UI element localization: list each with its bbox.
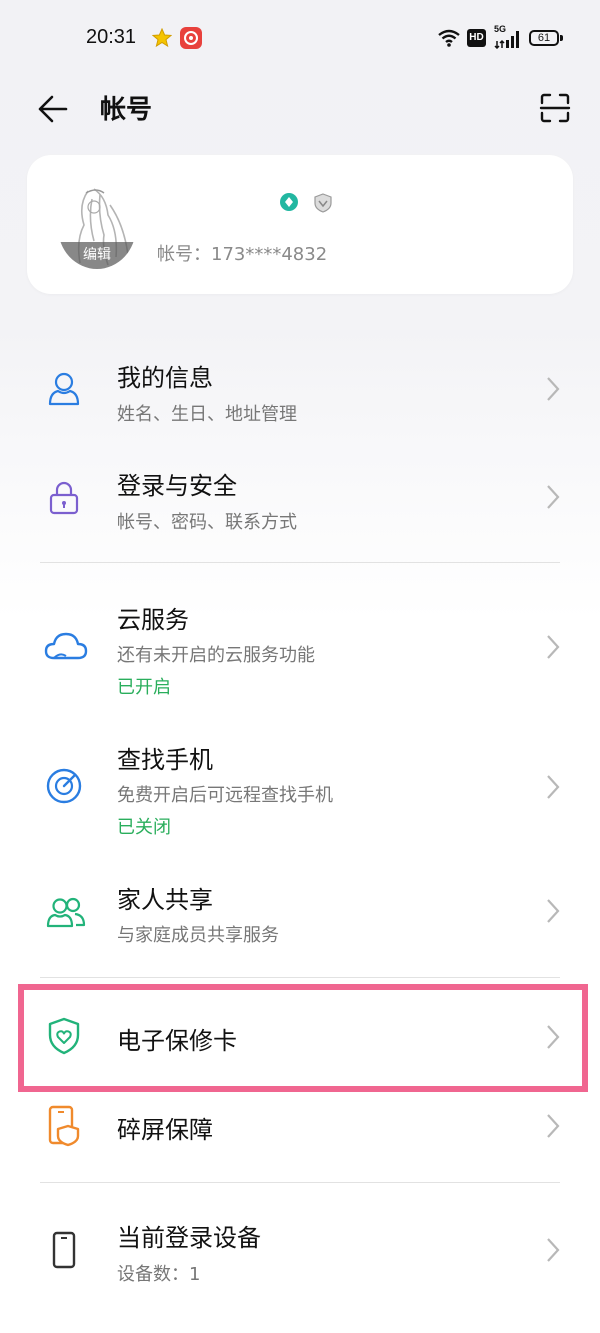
chevron-right-icon: [547, 1025, 560, 1049]
menu-item-e-warranty-card[interactable]: 电子保修卡: [0, 990, 600, 1086]
battery-tip: [560, 35, 563, 41]
page-title: 帐号: [100, 95, 153, 125]
menu-item-subtitle: 与家庭成员共享服务: [117, 925, 279, 946]
scan-icon[interactable]: [538, 91, 572, 125]
menu-item-find-phone[interactable]: 查找手机 免费开启后可远程查找手机 已关闭: [0, 720, 600, 850]
menu-item-subtitle: 帐号、密码、联系方式: [117, 512, 297, 533]
lock-icon: [49, 481, 79, 515]
signal-icon: [494, 31, 519, 49]
phone-icon: [52, 1231, 76, 1269]
status-time: 20:31: [86, 26, 137, 48]
cloud-icon: [44, 632, 88, 660]
member-badge-icon: [280, 193, 298, 211]
avatar-edit-label[interactable]: 编辑: [58, 242, 136, 269]
wifi-icon: [438, 29, 460, 47]
menu-item-title: 云服务: [117, 606, 189, 634]
menu-item-screen-protection[interactable]: 碎屏保障: [0, 1090, 600, 1170]
menu-item-subtitle: 免费开启后可远程查找手机: [117, 785, 333, 806]
avatar[interactable]: 编辑: [58, 185, 136, 269]
chevron-right-icon: [547, 1114, 560, 1138]
radar-icon: [46, 768, 82, 804]
star-icon: [152, 28, 172, 48]
chevron-right-icon: [547, 377, 560, 401]
menu-item-title: 碎屏保障: [117, 1116, 213, 1144]
user-icon: [48, 372, 80, 406]
phone-shield-icon: [48, 1105, 80, 1147]
menu-item-cloud-service[interactable]: 云服务 还有未开启的云服务功能 已开启: [0, 580, 600, 710]
divider: [40, 562, 560, 563]
shield-heart-icon: [48, 1017, 80, 1055]
status-label: 已开启: [117, 677, 171, 698]
menu-item-my-info[interactable]: 我的信息 姓名、生日、地址管理: [0, 335, 600, 443]
menu-item-title: 登录与安全: [117, 472, 237, 500]
level-badge-icon: [314, 193, 332, 213]
chevron-right-icon: [547, 775, 560, 799]
account-number: 帐号：173****4832: [157, 244, 328, 265]
menu-item-title: 查找手机: [117, 746, 213, 774]
family-icon: [46, 897, 86, 928]
chevron-right-icon: [547, 899, 560, 923]
divider: [40, 977, 560, 978]
menu-item-subtitle: 设备数：1: [117, 1264, 201, 1285]
menu-item-family-sharing[interactable]: 家人共享 与家庭成员共享服务: [0, 860, 600, 968]
menu-item-subtitle: 姓名、生日、地址管理: [117, 404, 297, 425]
back-button[interactable]: [34, 92, 70, 126]
menu-item-subtitle: 还有未开启的云服务功能: [117, 645, 315, 666]
battery-indicator: 61: [529, 30, 559, 46]
menu-item-title: 当前登录设备: [117, 1224, 261, 1252]
chevron-right-icon: [547, 485, 560, 509]
menu-item-logged-in-devices[interactable]: 当前登录设备 设备数：1: [0, 1200, 600, 1308]
menu-item-title: 我的信息: [117, 364, 213, 392]
netease-music-icon: [180, 27, 202, 49]
menu-item-login-security[interactable]: 登录与安全 帐号、密码、联系方式: [0, 443, 600, 551]
status-bar: 20:31 HD 5G 61: [0, 0, 600, 76]
menu-item-title: 家人共享: [117, 886, 213, 914]
status-label: 已关闭: [117, 817, 171, 838]
menu-item-title: 电子保修卡: [117, 1027, 237, 1055]
chevron-right-icon: [547, 1238, 560, 1262]
divider: [40, 1182, 560, 1183]
hd-badge: HD: [467, 29, 486, 47]
chevron-right-icon: [547, 635, 560, 659]
